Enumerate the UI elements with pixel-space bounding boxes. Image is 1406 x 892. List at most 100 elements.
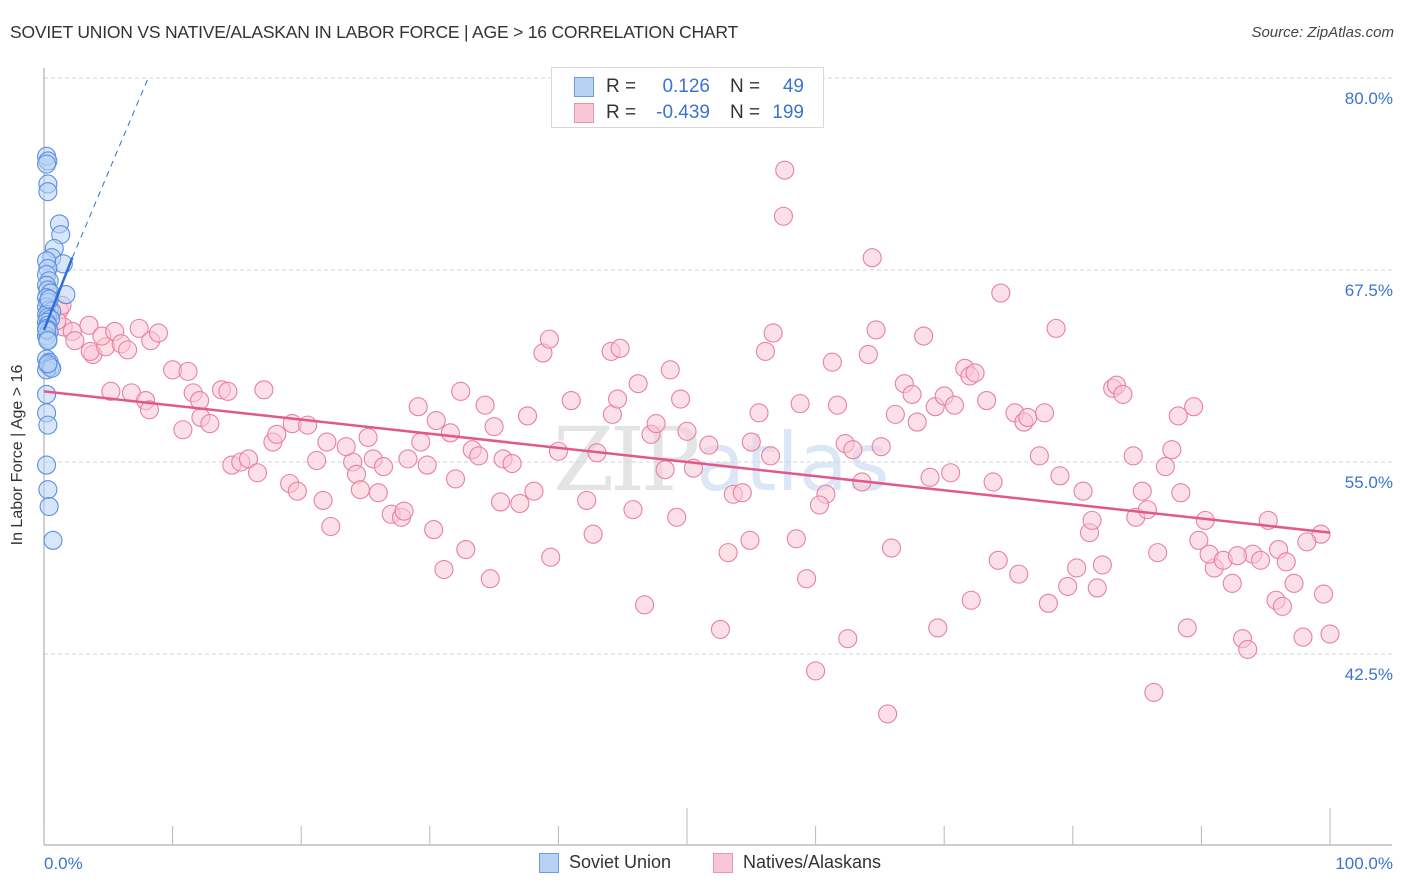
natives-alaskans-point	[907, 412, 927, 432]
natives-alaskans-point	[517, 406, 538, 426]
natives-alaskans-point	[254, 380, 274, 400]
natives-alaskans-point	[368, 483, 388, 503]
legend-row-soviet-union: R = 0.126 N = 49	[574, 75, 804, 99]
natives-alaskans-point	[118, 340, 138, 360]
natives-alaskans-point	[862, 248, 882, 268]
r-label: R =	[606, 76, 637, 97]
natives-alaskans-point	[920, 467, 940, 487]
natives-alaskans-point	[786, 529, 806, 549]
legend-item-natives-alaskans[interactable]: Natives/Alaskans	[713, 852, 881, 873]
natives-alaskans-point	[806, 661, 826, 681]
soviet-union-point	[37, 455, 57, 475]
natives-alaskans-point	[763, 323, 783, 343]
y-axis-label: In Labor Force | Age > 16	[9, 364, 26, 546]
natives-alaskans-point	[1137, 500, 1157, 520]
natives-alaskans-point	[475, 395, 495, 415]
natives-alaskans-point	[267, 424, 287, 444]
natives-alaskans-point	[646, 414, 666, 434]
series-legend: Soviet Union Natives/Alaskans	[0, 852, 1406, 878]
natives-alaskans-point	[541, 547, 561, 567]
natives-alaskans-point	[866, 320, 886, 340]
natives-alaskans-point	[1168, 406, 1188, 426]
natives-alaskans-point	[548, 441, 568, 461]
natives-alaskans-point	[1029, 446, 1049, 466]
natives-alaskans-point	[1238, 639, 1258, 659]
y-tick-label: 55.0%	[1345, 473, 1393, 492]
natives-alaskans-point	[755, 341, 775, 361]
correlation-legend: R = 0.126 N = 49 R = -0.439 N = 199	[551, 67, 824, 128]
legend-item-soviet-union[interactable]: Soviet Union	[539, 852, 671, 873]
r-value: -0.439	[656, 102, 710, 123]
natives-alaskans-point	[524, 481, 544, 501]
natives-alaskans-point	[424, 520, 444, 540]
scatter-plot: 42.5%55.0%67.5%80.0%0.0% 100.0%	[37, 68, 1393, 873]
natives-alaskans-point	[961, 590, 981, 610]
y-tick-label: 80.0%	[1345, 89, 1393, 108]
natives-alaskans-point	[699, 435, 719, 455]
natives-alaskans-point	[710, 619, 730, 639]
natives-alaskans-point	[1222, 573, 1242, 593]
natives-alaskans-point	[988, 550, 1008, 570]
natives-alaskans-swatch	[574, 103, 594, 123]
natives-alaskans-point	[502, 453, 522, 474]
natives-alaskans-point	[1177, 618, 1197, 638]
natives-alaskans-point	[667, 507, 687, 527]
natives-alaskans-point	[1018, 407, 1038, 428]
natives-alaskans-point	[490, 492, 511, 512]
r-value: 0.126	[662, 76, 710, 97]
natives-alaskans-point	[741, 432, 761, 452]
natives-alaskans-point	[408, 397, 428, 417]
natives-alaskans-point	[871, 437, 891, 457]
natives-alaskans-point	[1184, 397, 1204, 417]
natives-alaskans-point	[1087, 578, 1107, 598]
natives-alaskans-point	[440, 423, 460, 443]
natives-alaskans-point	[878, 704, 898, 724]
natives-alaskans-point	[749, 403, 769, 423]
natives-alaskans-point	[838, 629, 858, 649]
legend-label: Natives/Alaskans	[743, 852, 882, 872]
natives-alaskans-point	[628, 374, 648, 394]
natives-alaskans-point	[1082, 510, 1102, 530]
natives-alaskans-point	[1067, 558, 1087, 578]
natives-alaskans-point	[484, 417, 504, 437]
natives-alaskans-point	[660, 360, 680, 380]
legend-label: Soviet Union	[569, 852, 672, 872]
natives-alaskans-point	[1155, 457, 1175, 477]
natives-alaskans-point	[677, 421, 697, 441]
natives-alaskans-point	[583, 524, 603, 544]
natives-alaskans-point	[178, 361, 198, 381]
natives-alaskans-point	[1046, 318, 1066, 338]
natives-alaskans-point	[539, 329, 559, 349]
natives-alaskans-point	[321, 516, 341, 537]
natives-alaskans-point	[983, 472, 1003, 492]
natives-alaskans-point	[1293, 627, 1313, 647]
natives-alaskans-point	[445, 469, 466, 489]
soviet-union-point	[37, 384, 57, 404]
natives-alaskans-point	[1050, 466, 1070, 486]
natives-alaskans-point	[148, 323, 169, 343]
natives-alaskans-point	[635, 595, 655, 615]
natives-alaskans-point	[827, 395, 848, 415]
natives-alaskans-point	[797, 569, 817, 589]
soviet-union-point	[38, 182, 58, 202]
natives-alaskans-point	[317, 432, 337, 452]
natives-alaskans-point	[790, 394, 810, 414]
natives-alaskans-point	[977, 391, 997, 411]
y-tick-label: 42.5%	[1345, 665, 1393, 684]
natives-alaskans-point	[1272, 596, 1292, 616]
natives-alaskans-point	[1171, 483, 1191, 503]
natives-alaskans-point	[1113, 384, 1133, 404]
natives-alaskans-point	[843, 440, 863, 460]
natives-alaskans-point	[1123, 446, 1143, 466]
natives-alaskans-point	[914, 326, 934, 346]
soviet-union-point	[38, 415, 58, 435]
soviet-union-point	[43, 530, 63, 550]
natives-alaskans-point	[417, 455, 437, 475]
n-value: 199	[772, 102, 804, 123]
natives-alaskans-point	[358, 427, 378, 447]
natives-alaskans-point	[1162, 440, 1182, 460]
natives-alaskans-point	[173, 420, 193, 440]
natives-alaskans-point	[373, 457, 394, 477]
r-label: R =	[606, 102, 637, 123]
legend-row-natives-alaskans: R = -0.439 N = 199	[574, 101, 804, 125]
